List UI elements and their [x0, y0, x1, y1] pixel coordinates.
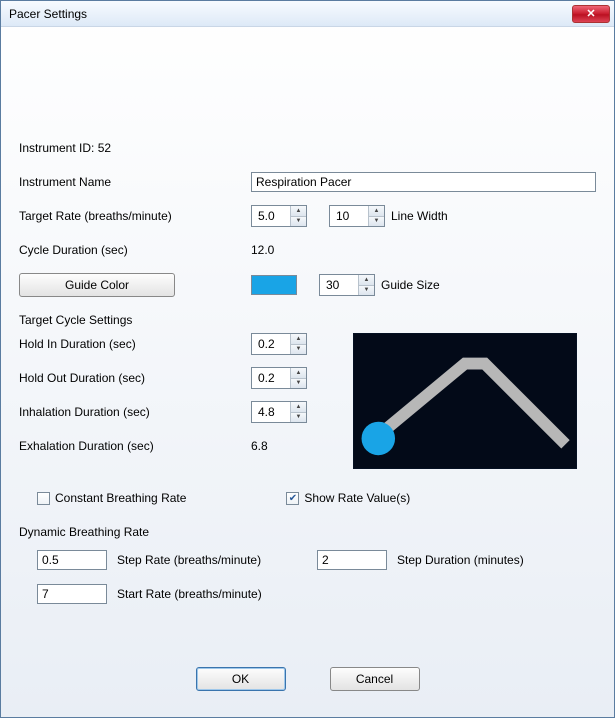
guide-size-input[interactable]	[320, 275, 358, 295]
target-rate-row: Target Rate (breaths/minute) ▲ ▼ ▲ ▼ Lin…	[19, 205, 596, 227]
inhalation-spinner[interactable]: ▲ ▼	[251, 401, 307, 423]
exhalation-value: 6.8	[251, 439, 268, 453]
step-duration-input[interactable]	[317, 550, 387, 570]
hold-in-input[interactable]	[252, 334, 290, 354]
guide-color-swatch[interactable]	[251, 275, 297, 295]
chevron-down-icon[interactable]: ▼	[359, 286, 374, 296]
chevron-down-icon[interactable]: ▼	[291, 345, 306, 355]
chevron-up-icon[interactable]: ▲	[291, 402, 306, 413]
instrument-name-row: Instrument Name	[19, 171, 596, 193]
instrument-name-label: Instrument Name	[19, 175, 251, 189]
instrument-id-value: 52	[98, 141, 111, 155]
window-title: Pacer Settings	[9, 7, 572, 21]
chevron-down-icon[interactable]: ▼	[291, 379, 306, 389]
target-cycle-settings-label: Target Cycle Settings	[19, 313, 132, 327]
ok-button[interactable]: OK	[196, 667, 286, 691]
dialog-content: Instrument ID: 52 Instrument Name Target…	[1, 27, 614, 717]
constant-rate-label: Constant Breathing Rate	[55, 491, 186, 505]
cycle-duration-label: Cycle Duration (sec)	[19, 243, 251, 257]
checkbox-icon: ✔	[286, 492, 299, 505]
target-rate-input[interactable]	[252, 206, 290, 226]
cancel-button[interactable]: Cancel	[330, 667, 420, 691]
instrument-id-row: Instrument ID: 52	[19, 137, 596, 159]
hold-out-input[interactable]	[252, 368, 290, 388]
start-rate-label: Start Rate (breaths/minute)	[117, 587, 262, 601]
guide-size-spinner[interactable]: ▲ ▼	[319, 274, 375, 296]
step-rate-input[interactable]	[37, 550, 107, 570]
hold-out-spinner[interactable]: ▲ ▼	[251, 367, 307, 389]
dialog-window: Pacer Settings ✕ Instrument ID: 52 Instr…	[0, 0, 615, 718]
line-width-spinner[interactable]: ▲ ▼	[329, 205, 385, 227]
step-duration-label: Step Duration (minutes)	[397, 553, 524, 567]
chevron-up-icon[interactable]: ▲	[369, 206, 384, 217]
show-rate-values-label: Show Rate Value(s)	[304, 491, 410, 505]
checkbox-icon	[37, 492, 50, 505]
chevron-down-icon[interactable]: ▼	[291, 217, 306, 227]
exhalation-label: Exhalation Duration (sec)	[19, 439, 251, 453]
close-button[interactable]: ✕	[572, 5, 610, 23]
cycle-duration-row: Cycle Duration (sec) 12.0	[19, 239, 596, 261]
dynamic-rate-label: Dynamic Breathing Rate	[19, 525, 149, 539]
line-width-label: Line Width	[391, 209, 448, 223]
cycle-duration-value: 12.0	[251, 243, 274, 257]
guide-size-label: Guide Size	[381, 278, 440, 292]
chevron-down-icon[interactable]: ▼	[291, 413, 306, 423]
guide-color-row: Guide Color ▲ ▼ Guide Size	[19, 273, 596, 297]
instrument-name-input[interactable]	[251, 172, 596, 192]
chevron-up-icon[interactable]: ▲	[291, 368, 306, 379]
hold-in-spinner[interactable]: ▲ ▼	[251, 333, 307, 355]
pacer-preview	[353, 333, 577, 469]
target-rate-label: Target Rate (breaths/minute)	[19, 209, 251, 223]
guide-color-button[interactable]: Guide Color	[19, 273, 175, 297]
hold-in-label: Hold In Duration (sec)	[19, 337, 251, 351]
inhalation-input[interactable]	[252, 402, 290, 422]
hold-out-label: Hold Out Duration (sec)	[19, 371, 251, 385]
inhalation-label: Inhalation Duration (sec)	[19, 405, 251, 419]
chevron-up-icon[interactable]: ▲	[291, 206, 306, 217]
instrument-id-label: Instrument ID:	[19, 141, 94, 155]
chevron-up-icon[interactable]: ▲	[291, 334, 306, 345]
target-rate-spinner[interactable]: ▲ ▼	[251, 205, 307, 227]
show-rate-values-checkbox[interactable]: ✔ Show Rate Value(s)	[286, 491, 410, 505]
start-rate-input[interactable]	[37, 584, 107, 604]
constant-rate-checkbox[interactable]: Constant Breathing Rate	[37, 491, 186, 505]
line-width-input[interactable]	[330, 206, 368, 226]
close-icon: ✕	[586, 7, 595, 20]
titlebar: Pacer Settings ✕	[1, 1, 614, 27]
dialog-button-bar: OK Cancel	[19, 653, 596, 709]
chevron-down-icon[interactable]: ▼	[369, 217, 384, 227]
chevron-up-icon[interactable]: ▲	[359, 275, 374, 286]
step-rate-label: Step Rate (breaths/minute)	[117, 553, 317, 567]
